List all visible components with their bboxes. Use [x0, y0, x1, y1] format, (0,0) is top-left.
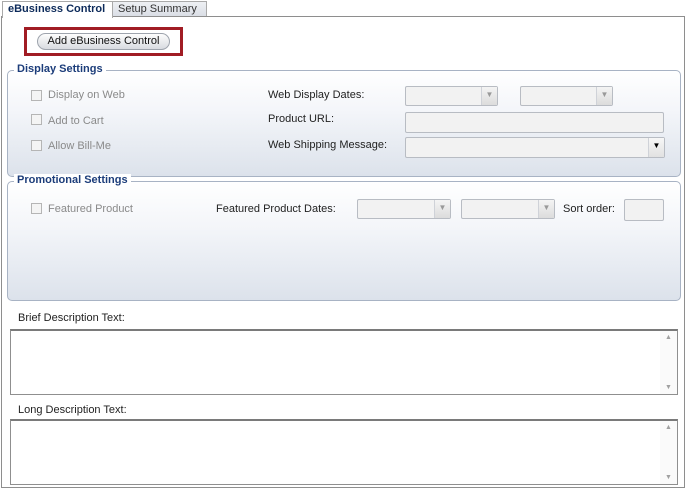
- add-ebusiness-control-button[interactable]: Add eBusiness Control: [37, 33, 170, 50]
- chevron-down-icon: ▼: [648, 138, 664, 157]
- brief-description-textarea[interactable]: ▲ ▼: [10, 329, 678, 395]
- sort-order-input[interactable]: [624, 199, 664, 221]
- chevron-down-icon: ▼: [434, 200, 450, 218]
- add-to-cart-label: Add to Cart: [48, 115, 104, 127]
- sort-order-label: Sort order:: [563, 203, 615, 215]
- product-url-label: Product URL:: [268, 113, 335, 125]
- display-on-web-label: Display on Web: [48, 89, 125, 101]
- product-url-input[interactable]: [405, 112, 664, 133]
- promotional-settings-legend: Promotional Settings: [14, 174, 131, 186]
- web-shipping-message-label: Web Shipping Message:: [268, 139, 388, 151]
- scroll-down-arrow-icon[interactable]: ▼: [660, 384, 677, 391]
- tab-strip: eBusiness Control Setup Summary: [0, 0, 686, 18]
- featured-product-checkbox[interactable]: [31, 203, 42, 214]
- featured-product-label: Featured Product: [48, 203, 133, 215]
- featured-product-end-date-dropdown[interactable]: ▼: [461, 199, 555, 219]
- allow-bill-me-checkbox[interactable]: [31, 140, 42, 151]
- long-description-scrollbar[interactable]: ▲ ▼: [660, 421, 677, 484]
- featured-product-start-date-dropdown[interactable]: ▼: [357, 199, 451, 219]
- tab-ebusiness-control[interactable]: eBusiness Control: [2, 1, 113, 18]
- web-display-end-date-dropdown[interactable]: ▼: [520, 86, 613, 106]
- chevron-down-icon: ▼: [538, 200, 554, 218]
- featured-product-dates-label: Featured Product Dates:: [216, 203, 336, 215]
- brief-description-label: Brief Description Text:: [18, 312, 125, 324]
- tab-setup-summary[interactable]: Setup Summary: [112, 1, 207, 17]
- display-on-web-checkbox[interactable]: [31, 90, 42, 101]
- display-settings-legend: Display Settings: [14, 63, 106, 75]
- add-to-cart-checkbox[interactable]: [31, 114, 42, 125]
- brief-description-scrollbar[interactable]: ▲ ▼: [660, 331, 677, 394]
- chevron-down-icon: ▼: [481, 87, 497, 105]
- long-description-textarea[interactable]: ▲ ▼: [10, 419, 678, 485]
- scroll-up-arrow-icon[interactable]: ▲: [660, 334, 677, 341]
- promotional-settings-panel: Promotional Settings: [7, 174, 681, 301]
- allow-bill-me-label: Allow Bill-Me: [48, 140, 111, 152]
- web-display-dates-label: Web Display Dates:: [268, 89, 365, 101]
- web-shipping-message-dropdown[interactable]: ▼: [405, 137, 665, 158]
- scroll-up-arrow-icon[interactable]: ▲: [660, 424, 677, 431]
- web-display-start-date-dropdown[interactable]: ▼: [405, 86, 498, 106]
- scroll-down-arrow-icon[interactable]: ▼: [660, 474, 677, 481]
- chevron-down-icon: ▼: [596, 87, 612, 105]
- long-description-label: Long Description Text:: [18, 404, 127, 416]
